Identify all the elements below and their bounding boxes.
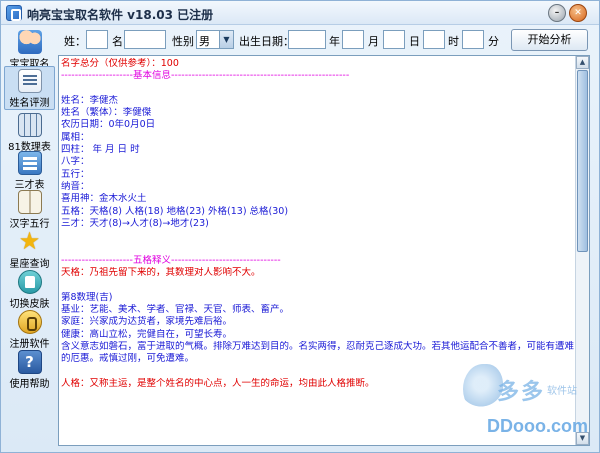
chevron-down-icon: ▼ bbox=[219, 31, 233, 48]
window-title: 响亮宝宝取名软件 v18.03 已注册 bbox=[27, 8, 214, 22]
basic-info-header: ---------------------基本信息---------------… bbox=[61, 70, 350, 82]
tshirt-icon bbox=[17, 270, 42, 294]
surname-input[interactable] bbox=[86, 30, 108, 49]
day-label: 日 bbox=[409, 35, 420, 48]
wuge: 五格：天格(8) 人格(18) 地格(23) 外格(13) 总格(30) bbox=[61, 205, 289, 217]
month-label: 月 bbox=[368, 35, 379, 48]
given-name-label: 名 bbox=[112, 35, 123, 48]
wuge-explain-header: ---------------------五格释义---------------… bbox=[61, 254, 281, 266]
close-button[interactable]: ✕ bbox=[569, 4, 587, 22]
sidebar-item-name-evaluation[interactable]: 姓名评测 bbox=[4, 66, 55, 110]
sidebar-item-sancai-table[interactable]: 三才表 bbox=[4, 149, 55, 193]
help-icon bbox=[17, 350, 42, 374]
surname-label: 姓： bbox=[64, 35, 86, 48]
xiyongshen: 喜用神：金木水火土 bbox=[61, 193, 147, 205]
birth-day-input[interactable] bbox=[383, 30, 405, 49]
given-name-input[interactable] bbox=[124, 30, 166, 49]
sidebar-item-switch-skin[interactable]: 切换皮肤 bbox=[4, 268, 55, 312]
app-window: 响亮宝宝取名软件 v18.03 已注册 – ✕ 宝宝取名 姓名评测 81数理表 … bbox=[0, 0, 600, 453]
sancai-table-icon bbox=[17, 151, 42, 175]
start-analysis-button[interactable]: 开始分析 bbox=[511, 29, 588, 51]
four-pillars: 四柱： 年 月 日 时 bbox=[61, 144, 140, 156]
nayin: 纳音： bbox=[61, 180, 90, 192]
book-icon bbox=[17, 190, 42, 214]
sidebar-item-label: 使用帮助 bbox=[9, 379, 50, 390]
scrollbar-thumb[interactable] bbox=[577, 70, 588, 252]
birth-month-input[interactable] bbox=[342, 30, 364, 49]
result-content: 名字总分（仅供参考）：100 ---------------------基本信息… bbox=[61, 58, 575, 390]
jiye: 基业：艺能、美术、学者、官禄、天官、师表、畜产。 bbox=[61, 303, 290, 315]
tiange-explain: 天格：乃祖先留下来的，其数理对人影响不大。 bbox=[61, 267, 261, 279]
scroll-up-icon[interactable]: ▲ bbox=[576, 56, 589, 69]
sidebar-item-horoscope[interactable]: 星座查询 bbox=[4, 227, 55, 272]
jiating: 家庭：兴家成为达货者，家境先难后裕。 bbox=[61, 316, 233, 328]
result-textarea[interactable]: 名字总分（仅供参考）：100 ---------------------基本信息… bbox=[58, 55, 590, 446]
birthdate-label: 出生日期： bbox=[239, 35, 294, 48]
name-traditional: 姓名（繁体）：李健傑 bbox=[61, 107, 152, 119]
key-icon bbox=[17, 310, 42, 334]
bazi: 八字： bbox=[61, 156, 90, 168]
shuli-title: 第8数理(吉) bbox=[61, 291, 113, 303]
vertical-scrollbar[interactable]: ▲ ▼ bbox=[575, 56, 589, 445]
sancai: 三才：天才(8)→人才(8)→地才(23) bbox=[61, 217, 209, 229]
hanyi-line-2: 的厄惠。戒慎过刚，可免遭难。 bbox=[61, 353, 195, 365]
wuxing: 五行： bbox=[61, 168, 90, 180]
birth-hour-input[interactable] bbox=[423, 30, 445, 49]
renge-explain: 人格：又称主运，是整个姓名的中心点，人一生的命运，均由此人格推断。 bbox=[61, 377, 375, 389]
app-logo-icon bbox=[6, 5, 22, 21]
birth-minute-input[interactable] bbox=[462, 30, 484, 49]
name-eval-icon bbox=[17, 69, 42, 93]
gender-value: 男 bbox=[199, 35, 210, 48]
grid-table-icon bbox=[17, 113, 42, 137]
star-icon bbox=[18, 227, 42, 255]
minute-label: 分 bbox=[488, 35, 499, 48]
sidebar-item-label: 姓名评测 bbox=[9, 98, 50, 109]
birth-year-input[interactable] bbox=[288, 30, 326, 49]
score-line: 名字总分（仅供参考）：100 bbox=[61, 58, 179, 69]
gender-label: 性别 bbox=[172, 35, 194, 48]
hanyi-line-1: 含义意志如磐石，富于进取的气概。排除万难达到目的。名实两得，忍耐克己逐成大功。若… bbox=[61, 340, 575, 352]
minimize-button[interactable]: – bbox=[548, 4, 566, 22]
name-simplified: 姓名：李健杰 bbox=[61, 94, 119, 106]
scroll-down-icon[interactable]: ▼ bbox=[576, 432, 589, 445]
gender-select[interactable]: 男 ▼ bbox=[196, 30, 234, 49]
zodiac: 属相： bbox=[61, 131, 90, 143]
lunar-date: 农历日期：0年0月0日 bbox=[61, 119, 156, 131]
sidebar-item-register[interactable]: 注册软件 bbox=[4, 308, 55, 352]
sidebar-item-hanzi-wuxing[interactable]: 汉字五行 bbox=[4, 188, 55, 232]
sidebar-item-help[interactable]: 使用帮助 bbox=[4, 348, 55, 392]
input-form: 姓： 名 性别 男 ▼ 出生日期： 年 月 日 时 分 开始分析 bbox=[60, 29, 597, 51]
year-label: 年 bbox=[329, 35, 340, 48]
title-bar: 响亮宝宝取名软件 v18.03 已注册 – ✕ bbox=[1, 1, 599, 25]
sidebar: 宝宝取名 姓名评测 81数理表 三才表 汉字五行 星座查询 切换皮肤 注册软件 bbox=[4, 28, 55, 394]
jiankang: 健康：高山立松，完健自在，可望长寿。 bbox=[61, 328, 233, 340]
baby-icon bbox=[17, 30, 42, 54]
hour-label: 时 bbox=[448, 35, 459, 48]
